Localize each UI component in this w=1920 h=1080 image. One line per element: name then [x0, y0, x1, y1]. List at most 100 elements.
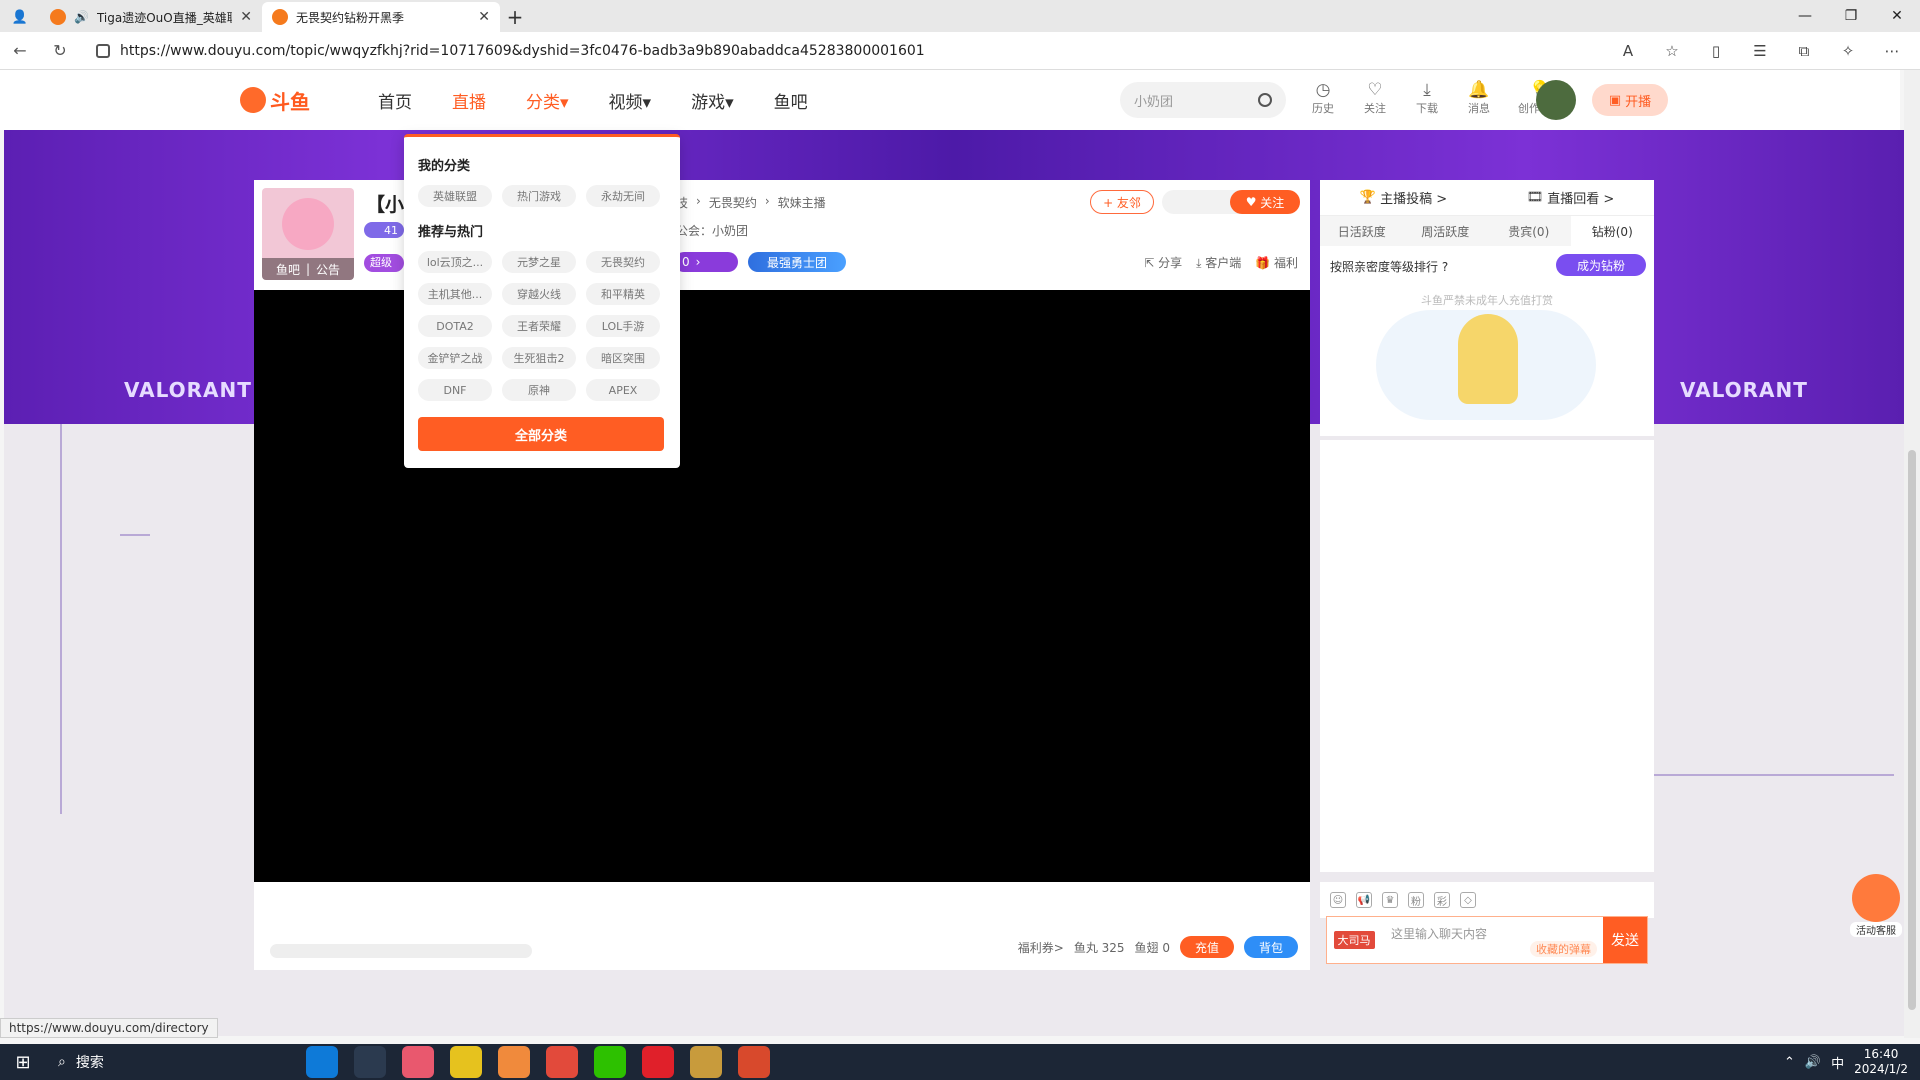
- split-screen-icon[interactable]: ▯: [1700, 36, 1732, 66]
- help-icon[interactable]: ?: [1442, 260, 1448, 274]
- scrollbar-thumb[interactable]: [1908, 450, 1916, 1010]
- close-tab-icon[interactable]: ✕: [240, 9, 252, 25]
- category-chip[interactable]: 元梦之星: [502, 251, 576, 273]
- category-chip[interactable]: 穿越火线: [502, 283, 576, 305]
- profile-icon[interactable]: 👤: [0, 2, 40, 32]
- friend-button[interactable]: + 友邻: [1090, 190, 1154, 214]
- category-chip[interactable]: 无畏契约: [586, 251, 660, 273]
- volume-icon[interactable]: 🔊: [1805, 1055, 1821, 1070]
- netease-music-app-icon[interactable]: [642, 1046, 674, 1078]
- more-icon[interactable]: ⋯: [1876, 36, 1908, 66]
- category-chip[interactable]: 暗区突围: [586, 347, 660, 369]
- chevron-up-icon[interactable]: ⌃: [1784, 1055, 1795, 1070]
- client-button[interactable]: ⤓ 客户端: [1196, 254, 1241, 271]
- start-live-button[interactable]: ▣ 开播: [1592, 84, 1668, 116]
- notice-link[interactable]: 公告: [316, 261, 340, 278]
- category-chip[interactable]: 金铲铲之战: [418, 347, 492, 369]
- color-danmu-icon[interactable]: 彩: [1434, 892, 1450, 908]
- category-chip[interactable]: lol云顶之...: [418, 251, 492, 273]
- anchor-avatar[interactable]: 鱼吧 | 公告: [262, 188, 354, 280]
- category-chip[interactable]: LOL手游: [586, 315, 660, 337]
- nav-video[interactable]: 视频▾: [609, 88, 652, 113]
- recharge-button[interactable]: 充值: [1180, 936, 1234, 958]
- category-chip[interactable]: 热门游戏: [502, 185, 576, 207]
- chat-message-area[interactable]: [1320, 440, 1654, 872]
- restore-icon[interactable]: ❐: [1828, 0, 1874, 32]
- nav-live[interactable]: 直播: [452, 88, 486, 113]
- category-chip[interactable]: 王者荣耀: [502, 315, 576, 337]
- minimize-icon[interactable]: —: [1782, 0, 1828, 32]
- new-tab-button[interactable]: +: [500, 2, 530, 32]
- broadcast-icon[interactable]: 📢: [1356, 892, 1372, 908]
- douyu-app-icon[interactable]: [498, 1046, 530, 1078]
- nav-yuba[interactable]: 鱼吧: [774, 88, 808, 113]
- chat-input-field[interactable]: 这里输入聊天内容 收藏的弹幕: [1381, 917, 1603, 963]
- fan-badge-icon[interactable]: 粉: [1408, 892, 1424, 908]
- close-window-icon[interactable]: ✕: [1874, 0, 1920, 32]
- url-field[interactable]: https://www.douyu.com/topic/wwqyzfkhj?ri…: [86, 36, 1566, 66]
- welfare-button[interactable]: 🎁 福利: [1255, 254, 1298, 271]
- favorite-star-icon[interactable]: ☆: [1656, 36, 1688, 66]
- message-button[interactable]: 🔔 消息: [1464, 80, 1494, 116]
- category-chip[interactable]: 和平精英: [586, 283, 660, 305]
- diamond-icon[interactable]: ◇: [1460, 892, 1476, 908]
- search-icon[interactable]: [1258, 93, 1272, 107]
- crumb-item[interactable]: 无畏契约: [709, 194, 757, 211]
- category-chip[interactable]: 原神: [502, 379, 576, 401]
- follow-list-button[interactable]: ♡ 关注: [1360, 80, 1390, 116]
- page-scrollbar[interactable]: [1904, 70, 1920, 1038]
- ime-indicator[interactable]: 中: [1831, 1053, 1844, 1072]
- become-diamond-fan-button[interactable]: 成为钻粉: [1556, 254, 1646, 276]
- edge-app-icon[interactable]: [306, 1046, 338, 1078]
- follow-button[interactable]: ♥ 关注: [1230, 190, 1300, 214]
- nav-games[interactable]: 游戏▾: [691, 88, 734, 113]
- category-chip[interactable]: DOTA2: [418, 315, 492, 337]
- app-icon[interactable]: [738, 1046, 770, 1078]
- category-chip[interactable]: 生死狙击2: [502, 347, 576, 369]
- yuba-link[interactable]: 鱼吧: [276, 261, 300, 278]
- download-button[interactable]: ⤓ 下载: [1412, 80, 1442, 116]
- league-app-icon[interactable]: [690, 1046, 722, 1078]
- tab-vip[interactable]: 贵宾(0): [1487, 216, 1571, 246]
- category-chip[interactable]: 主机其他...: [418, 283, 492, 305]
- tab-diamond-fans[interactable]: 钻粉(0): [1570, 216, 1654, 246]
- category-chip[interactable]: 永劫无间: [586, 185, 660, 207]
- clock[interactable]: 16:40 2024/1/2: [1854, 1047, 1908, 1077]
- app-icon[interactable]: [450, 1046, 482, 1078]
- category-chip[interactable]: APEX: [586, 379, 660, 401]
- send-button[interactable]: 发送: [1603, 917, 1647, 963]
- tab-daily[interactable]: 日活跃度: [1320, 216, 1404, 246]
- share-button[interactable]: ⇱ 分享: [1144, 254, 1182, 271]
- taskbar-search[interactable]: ⌕ 搜索: [46, 1044, 256, 1080]
- replay-link[interactable]: 🎞 直播回看 >: [1487, 180, 1654, 215]
- search-input[interactable]: 小奶团: [1120, 82, 1286, 118]
- favorite-danmu-button[interactable]: 收藏的弹幕: [1530, 941, 1597, 957]
- all-categories-button[interactable]: 全部分类: [418, 417, 664, 451]
- bag-button[interactable]: 背包: [1244, 936, 1298, 958]
- wechat-app-icon[interactable]: [594, 1046, 626, 1078]
- war-count-pill[interactable]: 0 ›: [674, 252, 738, 272]
- nav-category[interactable]: 分类▾: [526, 88, 569, 113]
- steam-app-icon[interactable]: [354, 1046, 386, 1078]
- browser-tab-2[interactable]: 无畏契约钻粉开黑季 ✕: [262, 2, 500, 32]
- douyu-logo[interactable]: 斗鱼: [240, 84, 320, 116]
- read-aloud-icon[interactable]: A: [1612, 36, 1644, 66]
- browser-tab-1[interactable]: 🔊 Tiga遗迹OuO直播_英雄联盟 ✕: [40, 2, 262, 32]
- noble-badge[interactable]: 大司马: [1327, 917, 1381, 963]
- chat-input-box[interactable]: 大司马 这里输入聊天内容 收藏的弹幕 发送: [1326, 916, 1648, 964]
- brave-group-badge[interactable]: 最强勇士团: [748, 252, 846, 272]
- crumb-item[interactable]: 软妹主播: [778, 194, 826, 211]
- favorites-icon[interactable]: ☰: [1744, 36, 1776, 66]
- crown-icon[interactable]: ♛: [1382, 892, 1398, 908]
- nav-home[interactable]: 首页: [378, 88, 412, 113]
- anchor-contribute-link[interactable]: 🏆 主播投稿 >: [1320, 180, 1487, 215]
- app-icon[interactable]: [402, 1046, 434, 1078]
- collections-icon[interactable]: ⧉: [1788, 36, 1820, 66]
- welfare-coupon-link[interactable]: 福利券>: [1018, 939, 1064, 956]
- tab-weekly[interactable]: 周活跃度: [1404, 216, 1488, 246]
- activity-service-button[interactable]: 活动客服: [1850, 874, 1902, 937]
- windows-start-icon[interactable]: ⊞: [0, 1044, 46, 1080]
- extensions-icon[interactable]: ✧: [1832, 36, 1864, 66]
- user-avatar[interactable]: [1536, 80, 1576, 120]
- back-icon[interactable]: ←: [0, 35, 40, 67]
